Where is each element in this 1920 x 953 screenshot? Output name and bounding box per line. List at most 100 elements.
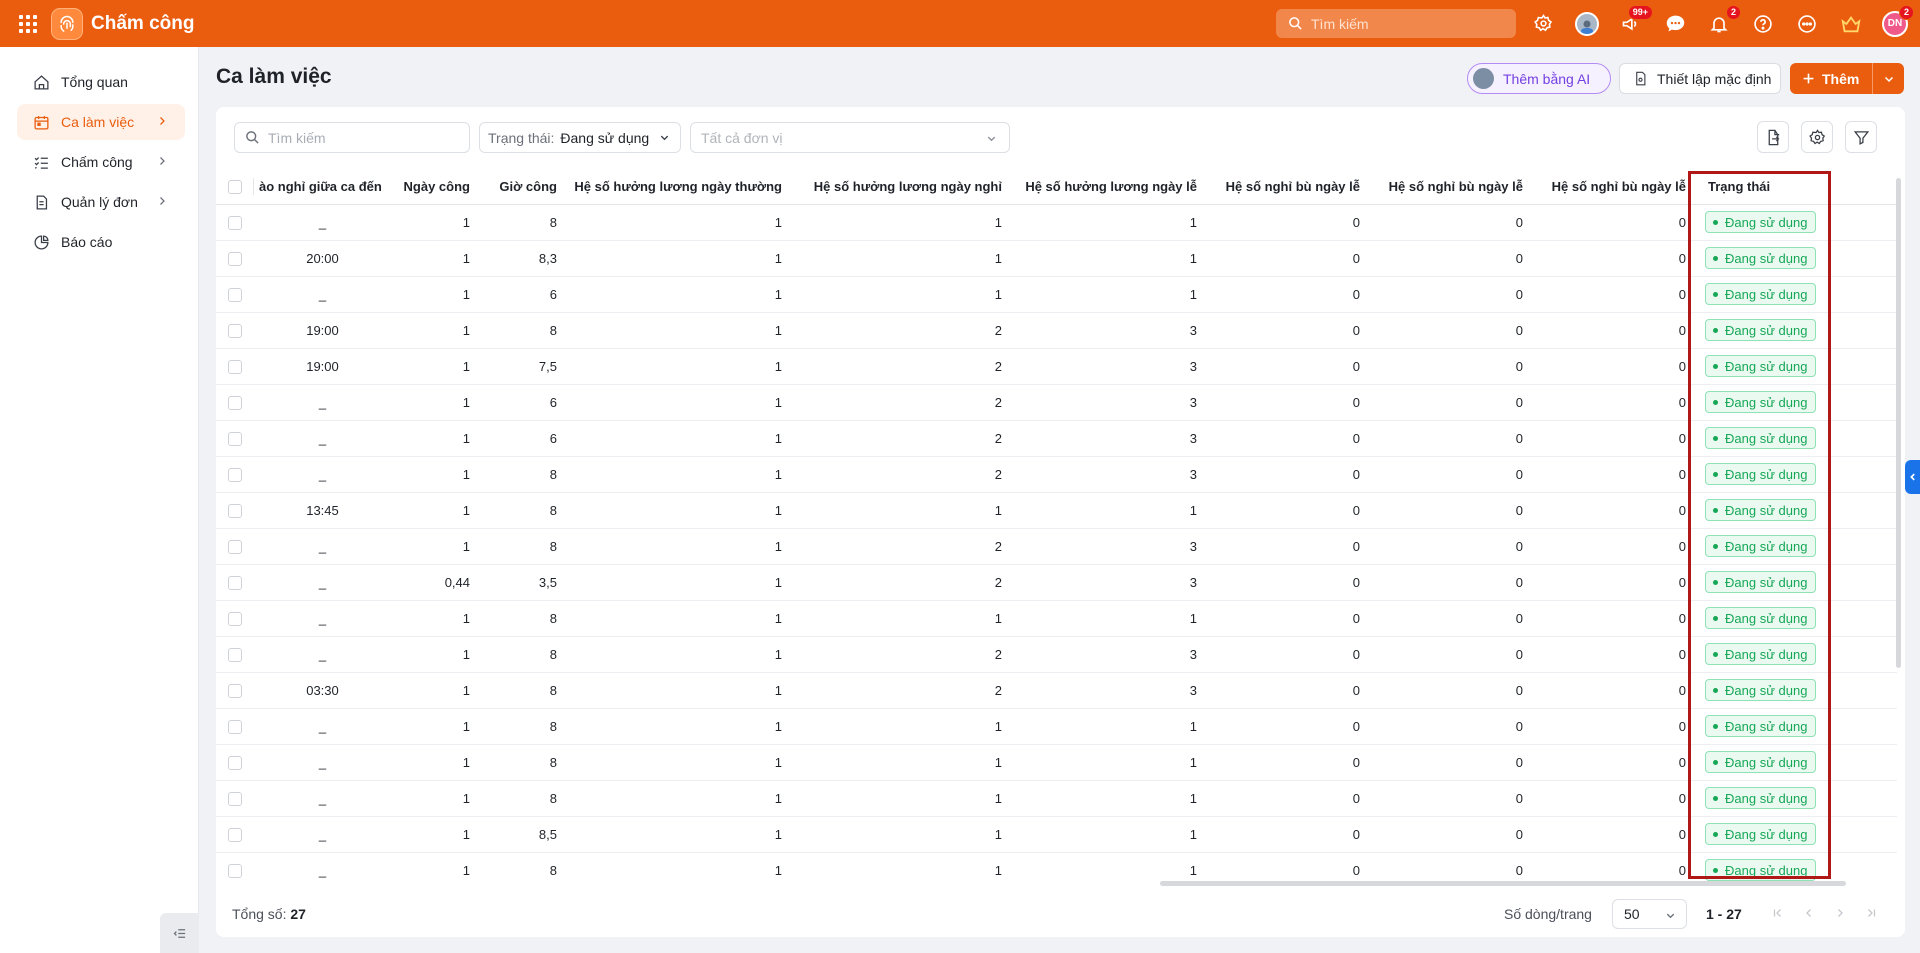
row-checkbox[interactable]: [228, 251, 242, 266]
row-checkbox[interactable]: [228, 503, 242, 518]
status-badge: Đang sử dụng: [1705, 679, 1817, 701]
status-dot-icon: [1713, 615, 1718, 621]
table-cell: 1: [391, 456, 478, 493]
table-row[interactable]: _ 1 6 1 2 3 0 0 0 Đang sử dụng: [216, 384, 1897, 421]
table-row[interactable]: _ 1 6 1 1 1 0 0 0 Đang sử dụng: [216, 276, 1897, 313]
table-row[interactable]: 19:00 1 7,5 1 2 3 0 0 0 Đang sử dụng: [216, 348, 1897, 385]
row-checkbox[interactable]: [228, 755, 242, 770]
row-checkbox[interactable]: [228, 719, 242, 734]
more-icon[interactable]: [1794, 11, 1820, 37]
horizontal-scrollbar[interactable]: [1160, 881, 1846, 886]
table-cell: 1: [565, 492, 790, 529]
global-search-input[interactable]: [1311, 15, 1501, 32]
add-with-ai-button[interactable]: Thêm bằng AI: [1467, 63, 1611, 94]
sidebar-item-reports[interactable]: Báo cáo: [17, 224, 185, 260]
user-avatar[interactable]: DN 2: [1882, 4, 1914, 37]
sidebar-item-overview[interactable]: Tổng quan: [17, 64, 185, 100]
col-header[interactable]: Hệ số hưởng lương ngày thường: [565, 169, 790, 205]
table-cell: _: [254, 744, 391, 781]
row-checkbox[interactable]: [228, 611, 242, 626]
sidebar-item-shifts[interactable]: Ca làm việc: [17, 104, 185, 140]
table-cell: 1: [1010, 744, 1205, 781]
col-header[interactable]: Hệ số nghỉ bù ngày lễ: [1368, 169, 1531, 205]
chat-icon[interactable]: [1662, 11, 1688, 37]
table-row[interactable]: _ 1 8 1 2 3 0 0 0 Đang sử dụng: [216, 528, 1897, 565]
row-checkbox[interactable]: [228, 827, 242, 842]
table-cell-empty: [1837, 816, 1897, 853]
col-header[interactable]: ào nghỉ giữa ca đến: [254, 169, 391, 205]
table-row[interactable]: _ 1 8,5 1 1 1 0 0 0 Đang sử dụng: [216, 816, 1897, 853]
row-checkbox[interactable]: [228, 215, 242, 230]
col-header[interactable]: Ngày công: [391, 169, 478, 205]
table-row[interactable]: 19:00 1 8 1 2 3 0 0 0 Đang sử dụng: [216, 312, 1897, 349]
vertical-scrollbar[interactable]: [1896, 178, 1901, 668]
row-checkbox[interactable]: [228, 431, 242, 446]
next-page-button[interactable]: [1831, 904, 1849, 922]
table-row[interactable]: _ 1 8 1 1 1 0 0 0 Đang sử dụng: [216, 708, 1897, 745]
export-button[interactable]: [1757, 121, 1789, 153]
row-checkbox[interactable]: [228, 323, 242, 338]
default-settings-button[interactable]: Thiết lập mặc định: [1619, 63, 1781, 94]
table-row[interactable]: _ 1 8 1 2 3 0 0 0 Đang sử dụng: [216, 456, 1897, 493]
row-checkbox[interactable]: [228, 647, 242, 662]
table-cell: _: [254, 420, 391, 457]
table-cell: 0: [1205, 456, 1368, 493]
col-header[interactable]: Hệ số nghỉ bù ngày lễ: [1205, 169, 1368, 205]
table-row[interactable]: _ 1 8 1 1 1 0 0 0 Đang sử dụng: [216, 204, 1897, 241]
row-checkbox[interactable]: [228, 287, 242, 302]
table-row[interactable]: _ 1 8 1 1 1 0 0 0 Đang sử dụng: [216, 600, 1897, 637]
col-header[interactable]: Hệ số hưởng lương ngày lễ: [1010, 169, 1205, 205]
table-row[interactable]: 13:45 1 8 1 1 1 0 0 0 Đang sử dụng: [216, 492, 1897, 529]
row-checkbox[interactable]: [228, 359, 242, 374]
bell-icon[interactable]: 2: [1706, 4, 1741, 37]
sidebar-item-timekeeping[interactable]: Chấm công: [17, 144, 185, 180]
table-cell: 1: [1010, 780, 1205, 817]
row-checkbox[interactable]: [228, 395, 242, 410]
settings-gear-icon[interactable]: [1530, 11, 1556, 37]
table-row[interactable]: _ 1 8 1 1 1 0 0 0 Đang sử dụng: [216, 744, 1897, 781]
select-all-checkbox[interactable]: [228, 180, 242, 195]
rows-per-page-select[interactable]: 50: [1612, 899, 1687, 929]
table-cell: _: [254, 384, 391, 421]
user-avatar-small[interactable]: [1574, 11, 1600, 37]
add-dropdown-button[interactable]: [1872, 63, 1904, 94]
row-checkbox[interactable]: [228, 791, 242, 806]
last-page-button[interactable]: [1862, 904, 1880, 922]
announcement-icon[interactable]: 99+: [1618, 4, 1653, 37]
sidebar-item-requests[interactable]: Quản lý đơn: [17, 184, 185, 220]
table-row[interactable]: _ 1 6 1 2 3 0 0 0 Đang sử dụng: [216, 420, 1897, 457]
table-row[interactable]: _ 1 8 1 1 1 0 0 0 Đang sử dụng: [216, 852, 1897, 883]
table-row[interactable]: _ 0,44 3,5 1 2 3 0 0 0 Đang sử dụng: [216, 564, 1897, 601]
table-row[interactable]: 03:30 1 8 1 2 3 0 0 0 Đang sử dụng: [216, 672, 1897, 709]
col-header[interactable]: Hệ số nghỉ bù ngày lễ: [1531, 169, 1694, 205]
table-search[interactable]: [234, 122, 470, 153]
table-cell: 1: [391, 384, 478, 421]
crown-icon[interactable]: [1838, 11, 1864, 37]
filter-button[interactable]: [1845, 121, 1877, 153]
app-grid-icon[interactable]: [17, 13, 39, 35]
last-page-icon: [1868, 909, 1876, 917]
table-cell: 6: [478, 384, 565, 421]
row-checkbox[interactable]: [228, 683, 242, 698]
collapse-sidebar-button[interactable]: [160, 913, 199, 953]
status-filter[interactable]: Trạng thái: Đang sử dụng: [479, 122, 681, 153]
side-panel-toggle[interactable]: [1905, 460, 1920, 494]
table-search-input[interactable]: [268, 129, 458, 146]
global-search[interactable]: [1276, 9, 1516, 38]
col-header[interactable]: Hệ số hưởng lương ngày nghỉ: [790, 169, 1010, 205]
first-page-button[interactable]: [1769, 904, 1787, 922]
row-checkbox[interactable]: [228, 863, 242, 878]
col-header-status[interactable]: Trạng thái: [1694, 169, 1837, 205]
add-button[interactable]: Thêm: [1790, 63, 1872, 94]
table-row[interactable]: 20:00 1 8,3 1 1 1 0 0 0 Đang sử dụng: [216, 240, 1897, 277]
unit-filter[interactable]: Tất cả đơn vị: [690, 122, 1010, 153]
prev-page-button[interactable]: [1800, 904, 1818, 922]
column-settings-button[interactable]: [1801, 121, 1833, 153]
row-checkbox[interactable]: [228, 467, 242, 482]
row-checkbox[interactable]: [228, 575, 242, 590]
row-checkbox[interactable]: [228, 539, 242, 554]
col-header[interactable]: Giờ công: [478, 169, 565, 205]
table-row[interactable]: _ 1 8 1 2 3 0 0 0 Đang sử dụng: [216, 636, 1897, 673]
help-icon[interactable]: [1750, 11, 1776, 37]
table-row[interactable]: _ 1 8 1 1 1 0 0 0 Đang sử dụng: [216, 780, 1897, 817]
